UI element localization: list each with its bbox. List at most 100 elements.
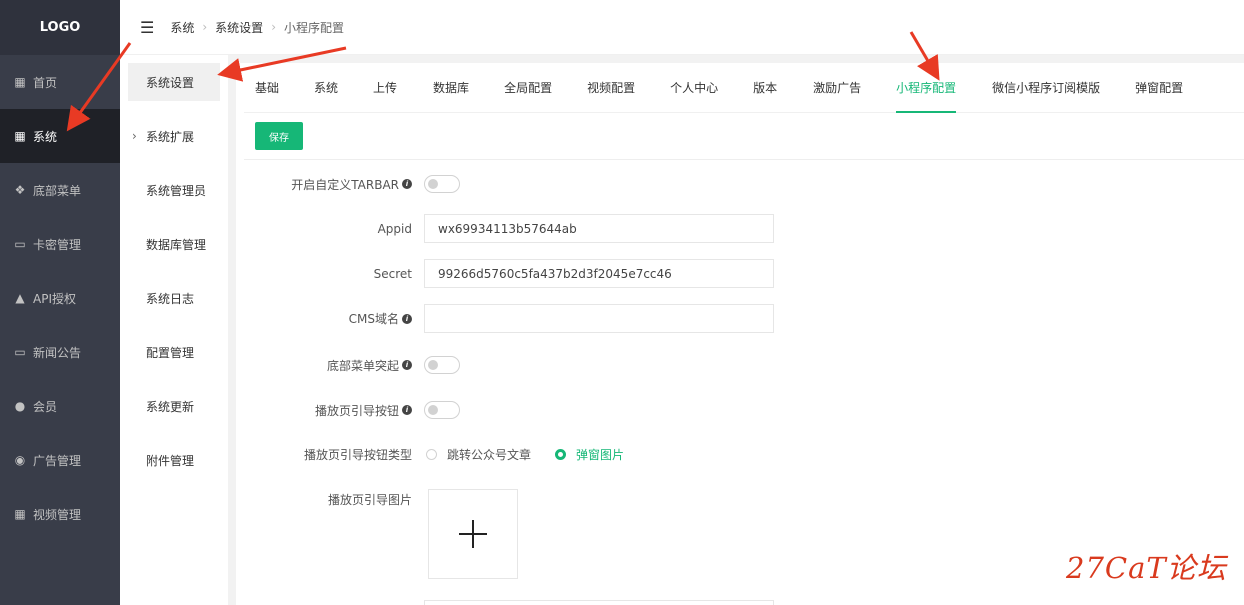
secret-label: Secret [373, 266, 412, 281]
news-icon: ▭ [14, 345, 26, 359]
bottom-menu-label: 底部菜单突起 i [244, 357, 424, 374]
nav-item-home[interactable]: ▦ 首页 [0, 55, 120, 109]
sub-item-system-settings[interactable]: 系统设置 [128, 63, 220, 101]
row-tarbar: 开启自定义TARBAR i [244, 175, 460, 193]
info-icon[interactable]: i [402, 313, 412, 324]
sub-menu: 系统设置 › 系统扩展 系统管理员 数据库管理 系统日志 配置管理 系统更新 附… [120, 55, 236, 605]
nav-item-system[interactable]: ▦ 系统 [0, 109, 120, 163]
radio-circle-icon [555, 449, 567, 460]
tab-incentive-ads[interactable]: 激励广告 [813, 63, 861, 113]
tab-version[interactable]: 版本 [753, 63, 777, 113]
tab-basic[interactable]: 基础 [255, 63, 279, 113]
grid-icon: ▦ [14, 129, 26, 143]
nav-item-bottom-menu[interactable]: ❖ 底部菜单 [0, 163, 120, 217]
nav-item-card-keys[interactable]: ▭ 卡密管理 [0, 217, 120, 271]
nav-item-api-auth[interactable]: ▲ API授权 [0, 271, 120, 325]
card-icon: ▭ [14, 237, 26, 251]
breadcrumb-separator-icon: › [202, 20, 208, 34]
watermark: 27CaT论坛 [1066, 551, 1227, 585]
guide-button-label-text: 播放页引导按钮 [314, 403, 399, 418]
row-secret: Secret 99266d5760c5fa437b2d3f2045e7cc46 [244, 259, 774, 288]
tab-personal-center[interactable]: 个人中心 [670, 63, 718, 113]
sub-item-database[interactable]: 数据库管理 [120, 217, 228, 271]
tab-system[interactable]: 系统 [314, 63, 338, 113]
row-guide-button: 播放页引导按钮 i [244, 401, 460, 419]
nav-item-label: 广告管理 [33, 453, 82, 468]
row-next-partial [244, 600, 774, 605]
dropbox-icon: ❖ [14, 183, 26, 197]
info-icon[interactable]: i [402, 405, 412, 415]
row-bottom-menu: 底部菜单突起 i [244, 356, 460, 374]
bottom-menu-label-text: 底部菜单突起 [326, 358, 399, 373]
bottom-menu-toggle[interactable] [424, 356, 460, 374]
secret-input[interactable]: 99266d5760c5fa437b2d3f2045e7cc46 [424, 259, 774, 288]
nav-item-videos[interactable]: ▦ 视频管理 [0, 487, 120, 541]
sub-item-config[interactable]: 配置管理 [120, 325, 228, 379]
chevron-right-icon: › [132, 129, 137, 143]
sub-item-update[interactable]: 系统更新 [120, 379, 228, 433]
toggle-knob [428, 360, 438, 370]
warning-icon: ▲ [15, 291, 25, 305]
tab-database[interactable]: 数据库 [433, 63, 469, 113]
cms-domain-input[interactable] [424, 304, 774, 333]
guide-type-label: 播放页引导按钮类型 [303, 448, 412, 462]
sub-item-attachments[interactable]: 附件管理 [120, 433, 228, 487]
breadcrumb-item[interactable]: 系统 [170, 19, 194, 36]
nav-item-label: 底部菜单 [33, 183, 82, 198]
nav-item-label: 卡密管理 [33, 237, 82, 252]
cms-label: CMS域名 i [244, 310, 424, 327]
main-sidebar: LOGO ▦ 首页 ▦ 系统 ❖ 底部菜单 ▭ 卡密管理 ▲ API授权 ▭ 新… [0, 0, 120, 605]
radio-circle-icon [426, 449, 437, 460]
breadcrumb-item[interactable]: 系统设置 [215, 19, 263, 36]
user-icon: ● [14, 399, 26, 413]
nav-item-members[interactable]: ● 会员 [0, 379, 120, 433]
radio-label: 跳转公众号文章 [447, 448, 532, 462]
row-guide-type: 播放页引导按钮类型 跳转公众号文章 弹窗图片 [244, 446, 646, 463]
tab-upload[interactable]: 上传 [373, 63, 397, 113]
save-button[interactable]: 保存 [255, 122, 303, 150]
tab-wechat-subscribe-template[interactable]: 微信小程序订阅模版 [992, 63, 1100, 113]
info-icon[interactable]: i [402, 360, 412, 370]
toggle-knob [428, 179, 438, 189]
image-upload-box[interactable] [428, 489, 518, 579]
video-grid-icon: ▦ [14, 507, 26, 521]
tarbar-label-text: 开启自定义TARBAR [291, 177, 399, 192]
ad-icon: ◉ [14, 453, 26, 467]
nav-item-label: API授权 [33, 291, 76, 306]
menu-toggle-icon[interactable]: ☰ [140, 18, 154, 37]
guide-button-label: 播放页引导按钮 i [244, 402, 424, 419]
toggle-knob [428, 405, 438, 415]
sub-item-system-extension[interactable]: › 系统扩展 [120, 109, 228, 163]
settings-tabs: 基础 系统 上传 数据库 全局配置 视频配置 个人中心 版本 激励广告 小程序配… [244, 63, 1244, 113]
tab-popup-config[interactable]: 弹窗配置 [1135, 63, 1183, 113]
row-guide-image: 播放页引导图片 [244, 489, 518, 579]
tarbar-label: 开启自定义TARBAR i [244, 176, 424, 193]
radio-popup-image[interactable]: 弹窗图片 [553, 446, 624, 463]
radio-label: 弹窗图片 [576, 448, 625, 462]
info-icon[interactable]: i [402, 179, 412, 189]
nav-item-label: 系统 [33, 129, 58, 144]
breadcrumb-current: 小程序配置 [284, 20, 345, 35]
nav-item-ads[interactable]: ◉ 广告管理 [0, 433, 120, 487]
logo: LOGO [0, 0, 120, 55]
next-row-input[interactable] [424, 600, 774, 605]
tarbar-toggle[interactable] [424, 175, 460, 193]
nav-item-news[interactable]: ▭ 新闻公告 [0, 325, 120, 379]
tab-mini-program-config[interactable]: 小程序配置 [896, 63, 957, 113]
grid-icon: ▦ [14, 75, 26, 89]
form-toolbar: 保存 [244, 113, 1244, 160]
top-header: ☰ 系统 › 系统设置 › 小程序配置 [120, 0, 1244, 55]
row-appid: Appid wx69934113b57644ab [244, 214, 774, 243]
guide-button-toggle[interactable] [424, 401, 460, 419]
tab-global-config[interactable]: 全局配置 [504, 63, 552, 113]
plus-icon [459, 520, 487, 548]
row-cms-domain: CMS域名 i [244, 304, 774, 333]
sub-item-logs[interactable]: 系统日志 [120, 271, 228, 325]
sub-item-admins[interactable]: 系统管理员 [120, 163, 228, 217]
appid-input[interactable]: wx69934113b57644ab [424, 214, 774, 243]
tab-video-config[interactable]: 视频配置 [587, 63, 635, 113]
radio-article[interactable]: 跳转公众号文章 [424, 446, 531, 463]
nav-item-label: 视频管理 [33, 507, 82, 522]
cms-label-text: CMS域名 [348, 312, 399, 326]
sub-item-label: 系统扩展 [146, 129, 195, 144]
